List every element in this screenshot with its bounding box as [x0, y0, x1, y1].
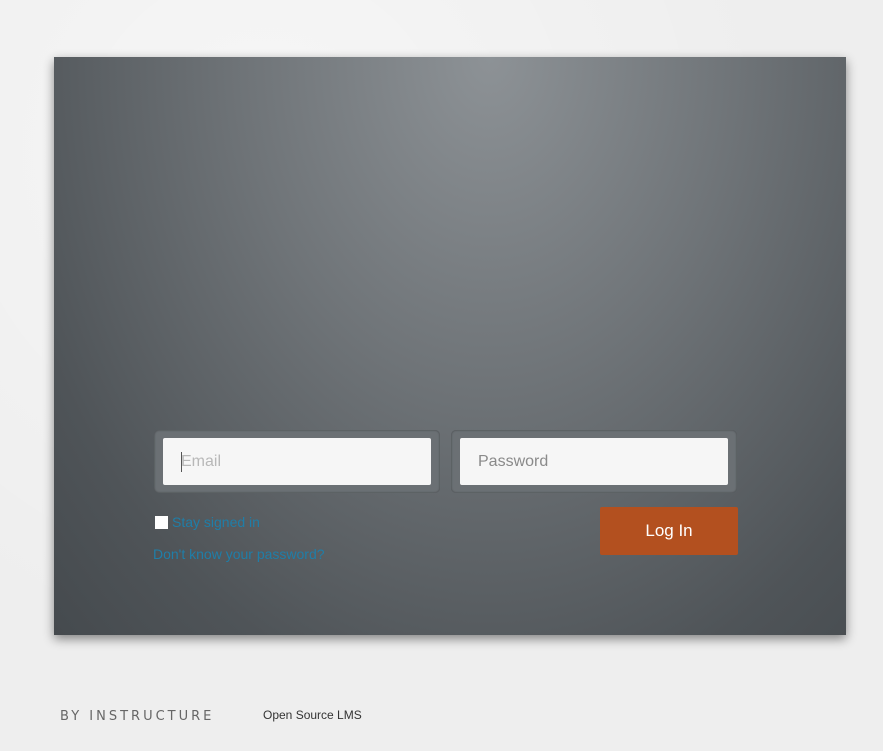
footer-tagline: Open Source LMS — [263, 708, 362, 722]
stay-signed-in-checkbox[interactable] — [155, 515, 168, 529]
email-field-wrapper — [154, 430, 440, 493]
stay-signed-in-option: Stay signed in — [155, 514, 260, 530]
login-page: Stay signed in Don't know your password?… — [0, 0, 883, 751]
password-field[interactable] — [460, 438, 728, 485]
text-cursor — [181, 452, 182, 472]
login-button[interactable]: Log In — [600, 507, 738, 555]
forgot-password-link[interactable]: Don't know your password? — [153, 546, 325, 562]
password-field-wrapper — [451, 430, 737, 493]
email-field[interactable] — [163, 438, 431, 485]
stay-signed-in-label[interactable]: Stay signed in — [172, 514, 260, 530]
footer-brand: BY INSTRUCTURE — [60, 709, 215, 724]
login-panel: Stay signed in Don't know your password?… — [54, 57, 846, 635]
